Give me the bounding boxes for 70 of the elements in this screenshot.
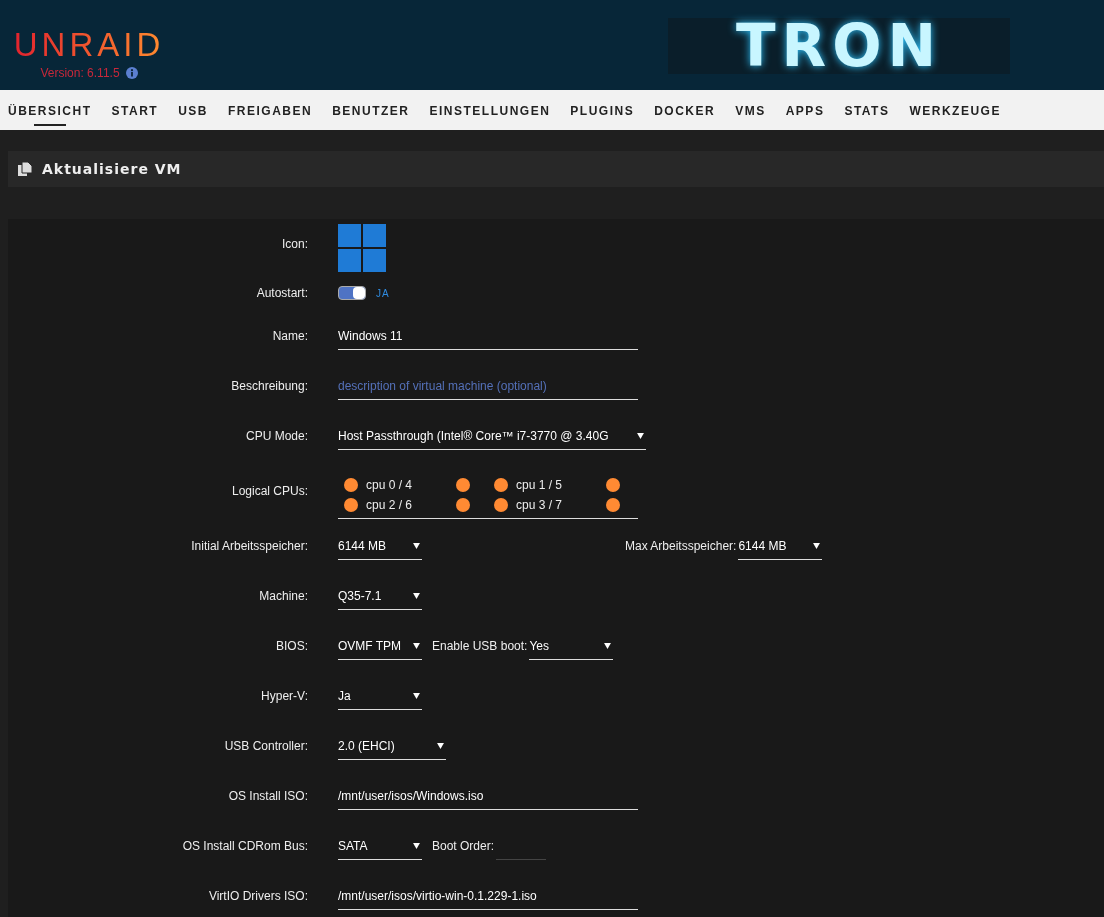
cpu-checkbox[interactable]	[606, 497, 620, 512]
cpu-checkbox[interactable]	[606, 477, 620, 492]
nav-tab[interactable]: APPS	[785, 94, 825, 126]
nav-tab[interactable]: FREIGABEN	[227, 94, 313, 126]
nav-tab[interactable]: STATS	[844, 94, 890, 126]
cpu-checkbox[interactable]	[456, 477, 470, 492]
nav-tab[interactable]: BENUTZER	[332, 94, 410, 126]
cpu-label: cpu 3 / 7	[516, 497, 564, 512]
cpu-checkbox[interactable]	[344, 497, 358, 512]
field-label: Boot Order:	[432, 839, 495, 853]
nav-tab[interactable]: WERKZEUGE	[909, 94, 1001, 126]
dropdown[interactable]: 6144 MB	[338, 532, 422, 560]
copy-icon	[18, 162, 32, 176]
nav-tab[interactable]: EINSTELLUNGEN	[429, 94, 551, 126]
dropdown[interactable]: SATA	[338, 832, 422, 860]
field-label: Autostart:	[255, 286, 308, 300]
version-text: Version: 6.11.5	[40, 66, 120, 80]
windows-icon[interactable]	[338, 224, 386, 272]
caret-icon	[413, 592, 420, 599]
cpu-checkbox[interactable]	[456, 497, 470, 512]
cpu-checkbox[interactable]	[344, 477, 358, 492]
text-field[interactable]: /mnt/user/isos/virtio-win-0.1.229-1.iso	[338, 882, 638, 910]
info-icon[interactable]	[125, 67, 138, 79]
nav-tab[interactable]: VMS	[735, 94, 766, 126]
autostart-toggle[interactable]	[338, 286, 366, 300]
field-label: OS Install ISO:	[227, 789, 308, 803]
cpu-label: cpu 1 / 5	[516, 477, 564, 492]
text-field[interactable]: description of virtual machine (optional)	[338, 372, 638, 400]
dropdown[interactable]: Q35-7.1	[338, 582, 422, 610]
nav-tab[interactable]: START	[111, 94, 159, 126]
dropdown[interactable]: Host Passthrough (Intel® Core™ i7-3770 @ 3.40G	[338, 422, 646, 450]
caret-icon	[813, 542, 821, 549]
nav-tab[interactable]: PLUGINS	[570, 94, 635, 126]
caret-icon	[413, 542, 420, 549]
cpu-checkbox[interactable]	[494, 477, 508, 492]
cpu-label: cpu 0 / 4	[366, 477, 414, 492]
dropdown[interactable]: 2.0 (EHCI)	[338, 732, 446, 760]
field-label: Beschreibung:	[230, 379, 308, 393]
text-field[interactable]: /mnt/user/isos/Windows.iso	[338, 782, 638, 810]
field-label: CPU Mode:	[244, 429, 308, 443]
toggle-label: JA	[376, 287, 390, 299]
caret-icon	[413, 842, 420, 849]
field-label: Machine:	[258, 589, 308, 603]
dropdown[interactable]: OVMF TPM	[338, 632, 422, 660]
caret-icon	[413, 642, 420, 649]
caret-icon	[413, 692, 420, 699]
caret-icon	[637, 432, 644, 439]
text-field[interactable]: Windows 11	[338, 322, 638, 350]
field-label: VirtIO Drivers ISO:	[207, 889, 308, 903]
field-label: Enable USB boot:	[432, 639, 528, 653]
field-label: BIOS:	[275, 639, 308, 653]
field-label: OS Install CDRom Bus:	[181, 839, 308, 853]
dropdown[interactable]: Ja	[338, 682, 422, 710]
field-label: Logical CPUs:	[230, 484, 308, 498]
field-label: Max Arbeitsspeicher:	[625, 539, 737, 553]
nav-tab[interactable]: DOCKER	[654, 94, 716, 126]
caret-icon	[437, 742, 444, 749]
section-title: Aktualisiere VM	[42, 161, 182, 177]
field-label: USB Controller:	[223, 739, 308, 753]
dropdown[interactable]: 6144 MB	[738, 532, 823, 560]
field-label: Name:	[271, 329, 308, 343]
cpu-checkbox[interactable]	[494, 497, 508, 512]
field-label: Icon:	[281, 237, 308, 251]
dropdown[interactable]: Yes	[529, 632, 614, 660]
banner-logo: TRON	[668, 18, 1010, 74]
caret-icon	[604, 642, 612, 649]
field-label: Hyper-V:	[260, 689, 308, 703]
field-label: Initial Arbeitsspeicher:	[190, 539, 308, 553]
nav-tab[interactable]: USB	[178, 94, 208, 126]
cpu-label: cpu 2 / 6	[366, 497, 414, 512]
